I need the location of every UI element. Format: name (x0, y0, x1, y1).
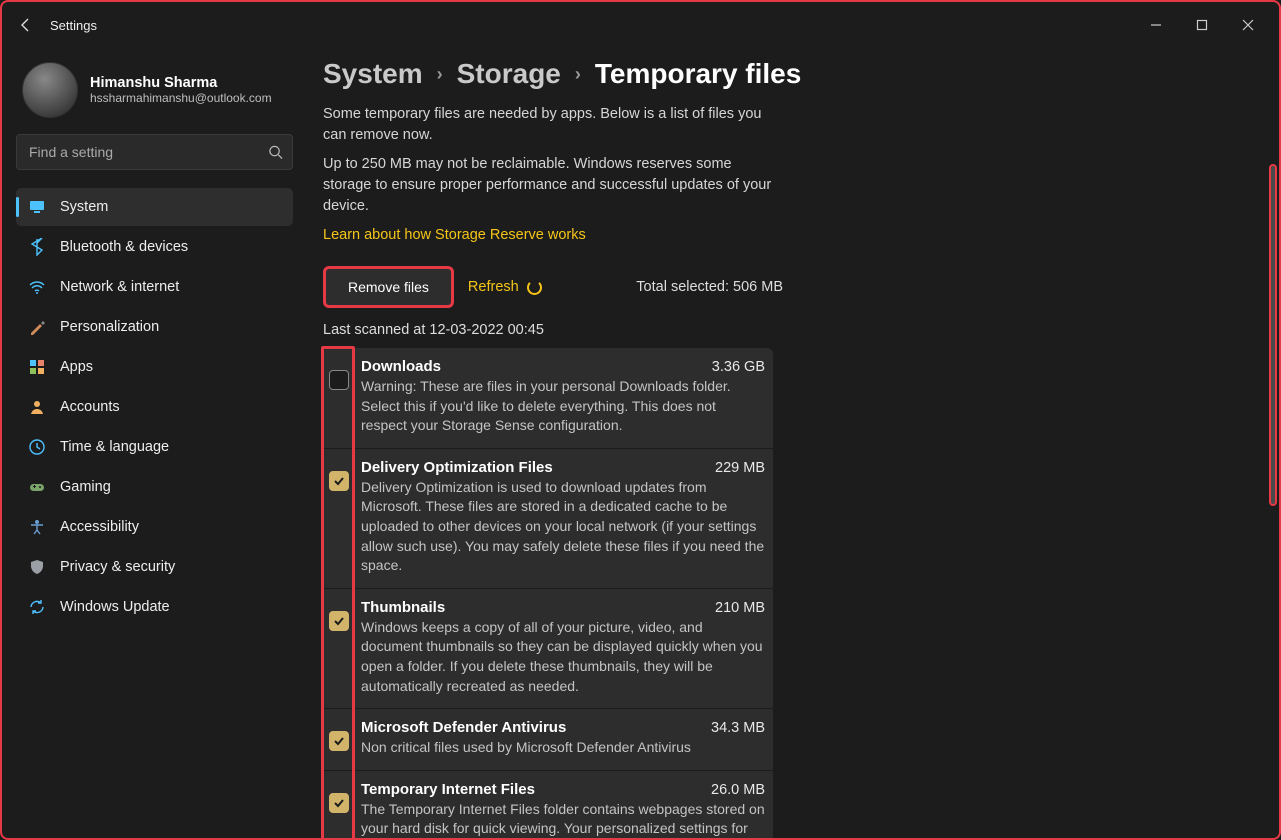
list-item[interactable]: Microsoft Defender Antivirus 34.3 MB Non c… (323, 709, 773, 771)
bluetooth-icon (28, 238, 46, 256)
item-desc: The Temporary Internet Files folder cont… (361, 800, 765, 838)
system-icon (28, 198, 46, 216)
item-title: Temporary Internet Files (361, 781, 535, 798)
item-size: 26.0 MB (711, 782, 765, 798)
list-item[interactable]: Delivery Optimization Files 229 MB Deliver… (323, 449, 773, 589)
learn-link[interactable]: Learn about how Storage Reserve works (323, 227, 586, 243)
accessibility-icon (28, 518, 46, 536)
sidebar-item-apps[interactable]: Apps (16, 348, 293, 386)
item-title: Downloads (361, 358, 441, 375)
description-2: Up to 250 MB may not be reclaimable. Win… (323, 154, 783, 217)
checkbox[interactable] (329, 793, 349, 813)
minimize-button[interactable] (1133, 9, 1179, 41)
sidebar-item-time-language[interactable]: Time & language (16, 428, 293, 466)
breadcrumb-system[interactable]: System (323, 58, 423, 90)
spinner-icon (527, 280, 542, 295)
refresh-button[interactable]: Refresh (468, 279, 542, 295)
sidebar-item-network-internet[interactable]: Network & internet (16, 268, 293, 306)
close-button[interactable] (1225, 9, 1271, 41)
shield-icon (28, 558, 46, 576)
sidebar-item-system[interactable]: System (16, 188, 293, 226)
checkbox[interactable] (329, 731, 349, 751)
accounts-icon (28, 398, 46, 416)
item-desc: Non critical files used by Microsoft Def… (361, 738, 765, 758)
chevron-right-icon: › (437, 64, 443, 85)
window-title: Settings (50, 18, 97, 33)
checkbox[interactable] (329, 471, 349, 491)
user-email: hssharmahimanshu@outlook.com (90, 91, 272, 105)
avatar (22, 62, 78, 118)
sidebar-item-label: Privacy & security (60, 559, 175, 575)
sidebar-item-label: Bluetooth & devices (60, 239, 188, 255)
item-size: 229 MB (715, 460, 765, 476)
sidebar: Himanshu Sharma hssharmahimanshu@outlook… (2, 48, 307, 838)
page-title: Temporary files (595, 58, 801, 90)
search-box[interactable] (16, 134, 293, 170)
list-item[interactable]: Downloads 3.36 GB Warning: These are files… (323, 348, 773, 449)
scrollbar[interactable] (1269, 164, 1277, 506)
chevron-right-icon: › (575, 64, 581, 85)
item-size: 3.36 GB (712, 359, 765, 375)
description-1: Some temporary files are needed by apps.… (323, 104, 783, 146)
item-desc: Delivery Optimization is used to downloa… (361, 478, 765, 576)
sidebar-item-label: Accounts (60, 399, 120, 415)
sidebar-item-accounts[interactable]: Accounts (16, 388, 293, 426)
sidebar-item-personalization[interactable]: Personalization (16, 308, 293, 346)
titlebar: Settings (2, 2, 1279, 48)
paint-icon (28, 318, 46, 336)
sidebar-item-bluetooth-devices[interactable]: Bluetooth & devices (16, 228, 293, 266)
nav: System Bluetooth & devices Network & inter… (16, 188, 293, 626)
item-title: Thumbnails (361, 599, 445, 616)
total-selected: Total selected: 506 MB (636, 279, 783, 295)
item-title: Microsoft Defender Antivirus (361, 719, 566, 736)
sidebar-item-label: System (60, 199, 108, 215)
maximize-button[interactable] (1179, 9, 1225, 41)
search-input[interactable] (16, 134, 293, 170)
item-title: Delivery Optimization Files (361, 459, 553, 476)
item-size: 210 MB (715, 600, 765, 616)
sidebar-item-label: Apps (60, 359, 93, 375)
sidebar-item-privacy-security[interactable]: Privacy & security (16, 548, 293, 586)
list-item[interactable]: Thumbnails 210 MB Windows keeps a copy of … (323, 589, 773, 709)
search-icon (268, 145, 283, 160)
sidebar-item-label: Accessibility (60, 519, 139, 535)
profile[interactable]: Himanshu Sharma hssharmahimanshu@outlook… (16, 58, 293, 134)
checkbox[interactable] (329, 370, 349, 390)
breadcrumb: System › Storage › Temporary files (323, 58, 1279, 90)
file-list: Downloads 3.36 GB Warning: These are files… (323, 348, 773, 838)
update-icon (28, 598, 46, 616)
wifi-icon (28, 278, 46, 296)
list-item[interactable]: Temporary Internet Files 26.0 MB The Tempo… (323, 771, 773, 838)
item-size: 34.3 MB (711, 720, 765, 736)
back-button[interactable] (10, 9, 42, 41)
sidebar-item-label: Time & language (60, 439, 169, 455)
item-desc: Windows keeps a copy of all of your pict… (361, 618, 765, 696)
checkbox[interactable] (329, 611, 349, 631)
sidebar-item-label: Network & internet (60, 279, 179, 295)
user-name: Himanshu Sharma (90, 75, 272, 91)
sidebar-item-label: Gaming (60, 479, 111, 495)
sidebar-item-label: Windows Update (60, 599, 170, 615)
gaming-icon (28, 478, 46, 496)
sidebar-item-windows-update[interactable]: Windows Update (16, 588, 293, 626)
content: System › Storage › Temporary files Some … (307, 48, 1279, 838)
sidebar-item-label: Personalization (60, 319, 159, 335)
sidebar-item-accessibility[interactable]: Accessibility (16, 508, 293, 546)
breadcrumb-storage[interactable]: Storage (457, 58, 561, 90)
apps-icon (28, 358, 46, 376)
last-scanned: Last scanned at 12-03-2022 00:45 (323, 322, 1279, 338)
clock-icon (28, 438, 46, 456)
sidebar-item-gaming[interactable]: Gaming (16, 468, 293, 506)
remove-files-button[interactable]: Remove files (323, 266, 454, 308)
item-desc: Warning: These are files in your persona… (361, 377, 765, 436)
refresh-label: Refresh (468, 279, 519, 295)
